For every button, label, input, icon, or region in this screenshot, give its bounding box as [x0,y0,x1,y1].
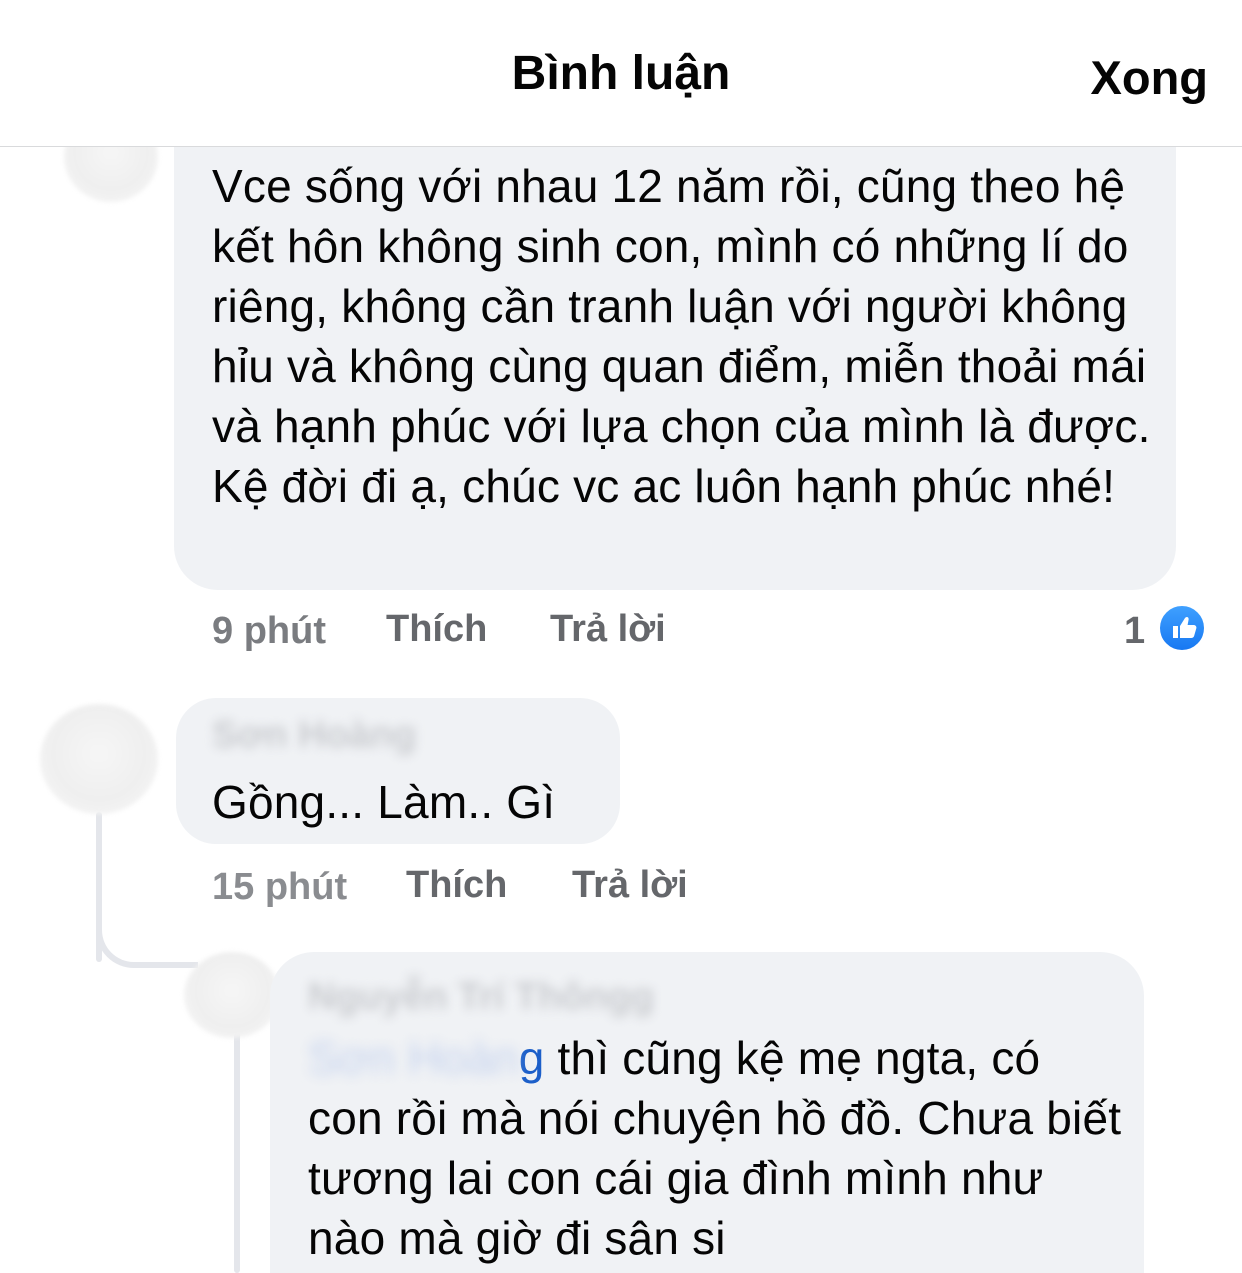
reaction-count[interactable]: 1 [1124,610,1145,653]
comment-timestamp[interactable]: 15 phút [212,866,347,909]
comment-text: Vce sống với nhau 12 năm rồi, cũng theo … [212,160,1151,512]
mention-link[interactable]: Sơn Hoàn [308,1032,519,1084]
comment-text: Gồng... Làm.. Gì [212,776,556,828]
thread-connector [234,1030,240,1273]
comment-timestamp[interactable]: 9 phút [212,610,326,653]
comments-header: Bình luận Xong [0,0,1242,147]
comment-text: Sơn Hoàng thì cũng kệ mẹ ngta, có con rồ… [308,1028,1128,1268]
avatar[interactable] [40,704,158,814]
reply-button[interactable]: Trả lời [550,608,666,651]
like-button[interactable]: Thích [386,608,487,651]
like-icon[interactable] [1158,604,1206,652]
like-button[interactable]: Thích [406,864,507,907]
done-button[interactable]: Xong [1091,50,1208,105]
thread-connector-curve [96,930,198,968]
comment-author[interactable]: Sơn Hoàng [212,714,416,757]
comment-author[interactable]: Nguyễn Trí Thôngg [308,976,654,1019]
mention-link-tail[interactable]: g [519,1032,545,1084]
avatar[interactable] [184,952,280,1038]
page-title: Bình luận [511,47,731,100]
reply-button[interactable]: Trả lời [572,864,688,907]
